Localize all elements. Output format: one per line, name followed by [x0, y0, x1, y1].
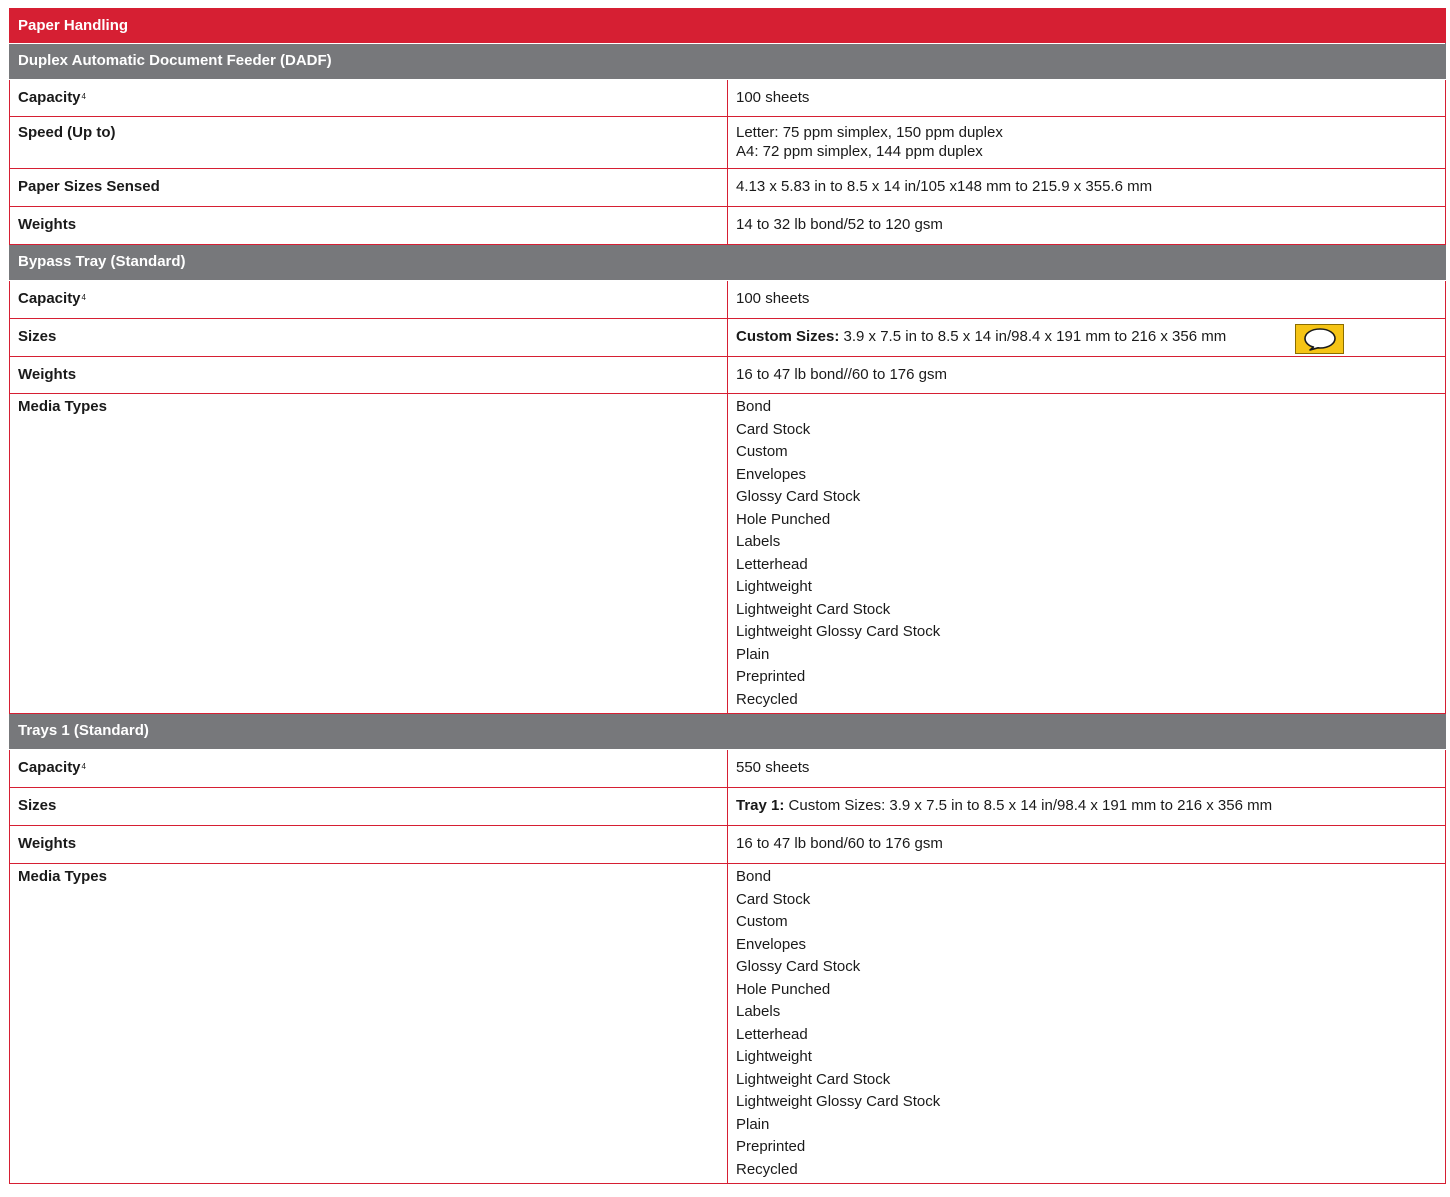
list-item: Letterhead — [736, 555, 808, 573]
list-item: Plain — [736, 645, 770, 663]
list-item: Hole Punched — [736, 980, 831, 998]
table-row: Sizes Tray 1: Custom Sizes: 3.9 x 7.5 in… — [9, 787, 1446, 826]
row-value: 14 to 32 lb bond/52 to 120 gsm — [727, 206, 1446, 245]
table-row: Speed (Up to) Letter: 75 ppm simplex, 15… — [9, 116, 1446, 169]
media-types-list: Bond Card Stock Custom Envelopes Glossy … — [727, 863, 1446, 1184]
value-text: 3.9 x 7.5 in to 8.5 x 14 in/98.4 x 191 m… — [843, 328, 1227, 345]
section-heading: Trays 1 (Standard) — [9, 713, 1446, 750]
list-item: Preprinted — [736, 668, 806, 685]
table-row: Media Types Bond Card Stock Custom Envel… — [9, 393, 1446, 714]
table-row: Media Types Bond Card Stock Custom Envel… — [9, 863, 1446, 1184]
row-label: Capacity4 — [9, 749, 728, 788]
list-item: Preprinted — [736, 1138, 806, 1155]
row-label: Speed (Up to) — [9, 116, 728, 169]
section-heading: Bypass Tray (Standard) — [9, 244, 1446, 281]
row-value: 550 sheets — [727, 749, 1446, 788]
list-item: Lightweight Glossy Card Stock — [736, 623, 941, 640]
row-label-text: Capacity — [18, 290, 81, 307]
row-label: Sizes — [9, 318, 728, 357]
list-item: Custom — [736, 443, 788, 460]
list-item: Glossy Card Stock — [736, 488, 861, 505]
footnote-marker: 4 — [81, 762, 86, 771]
list-item: Lightweight — [736, 1048, 812, 1065]
row-label: Weights — [9, 825, 728, 864]
section-header-bypass-tray: Bypass Tray (Standard) — [9, 244, 1446, 281]
speech-bubble-icon[interactable] — [1295, 324, 1344, 354]
row-value: Letter: 75 ppm simplex, 150 ppm duplex A… — [727, 116, 1446, 169]
row-label-text: Capacity — [18, 89, 81, 106]
page-title: Paper Handling — [9, 8, 1446, 43]
list-item: Plain — [736, 1115, 770, 1133]
table-row: Sizes Custom Sizes: 3.9 x 7.5 in to 8.5 … — [9, 318, 1446, 357]
media-types-list: Bond Card Stock Custom Envelopes Glossy … — [727, 393, 1446, 714]
row-value: 16 to 47 lb bond//60 to 176 gsm — [727, 356, 1446, 394]
row-label-text: Capacity — [18, 759, 81, 776]
row-label: Weights — [9, 206, 728, 245]
row-label: Media Types — [9, 393, 728, 714]
row-value: 16 to 47 lb bond/60 to 176 gsm — [727, 825, 1446, 864]
spec-table: Duplex Automatic Document Feeder (DADF) … — [9, 43, 1446, 1184]
list-item: Bond — [736, 868, 772, 885]
list-item: Recycled — [736, 690, 798, 708]
value-prefix: Tray 1: — [736, 797, 785, 814]
row-value: 100 sheets — [727, 280, 1446, 319]
spec-sheet: Paper Handling Duplex Automatic Document… — [9, 8, 1446, 1184]
table-row: Weights 14 to 32 lb bond/52 to 120 gsm — [9, 206, 1446, 245]
table-row: Capacity4 100 sheets — [9, 280, 1446, 319]
list-item: Letterhead — [736, 1025, 808, 1043]
list-item: Bond — [736, 398, 772, 415]
row-value: 100 sheets — [727, 79, 1446, 117]
list-item: Envelopes — [736, 935, 807, 953]
table-row: Weights 16 to 47 lb bond//60 to 176 gsm — [9, 356, 1446, 394]
list-item: Hole Punched — [736, 510, 831, 528]
footnote-marker: 4 — [81, 293, 86, 302]
table-row: Weights 16 to 47 lb bond/60 to 176 gsm — [9, 825, 1446, 864]
value-text: Custom Sizes: 3.9 x 7.5 in to 8.5 x 14 i… — [788, 797, 1273, 814]
list-item: Lightweight Glossy Card Stock — [736, 1093, 941, 1110]
list-item: Recycled — [736, 1160, 798, 1178]
row-value: Tray 1: Custom Sizes: 3.9 x 7.5 in to 8.… — [727, 787, 1446, 826]
row-value: 4.13 x 5.83 in to 8.5 x 14 in/105 x148 m… — [727, 168, 1446, 207]
list-item: Lightweight Card Stock — [736, 1070, 891, 1088]
row-label: Capacity4 — [9, 79, 728, 117]
row-value: Custom Sizes: 3.9 x 7.5 in to 8.5 x 14 i… — [727, 318, 1446, 357]
list-item: Lightweight — [736, 578, 812, 595]
speech-bubble-icon-graphic — [1303, 328, 1336, 351]
section-header-dadf: Duplex Automatic Document Feeder (DADF) — [9, 43, 1446, 80]
table-row: Capacity4 100 sheets — [9, 79, 1446, 117]
row-label: Sizes — [9, 787, 728, 826]
value-prefix: Custom Sizes: — [736, 328, 840, 345]
list-item: Glossy Card Stock — [736, 958, 861, 975]
list-item: Card Stock — [736, 420, 811, 438]
list-item: Labels — [736, 533, 781, 550]
list-item: Card Stock — [736, 890, 811, 908]
row-label: Media Types — [9, 863, 728, 1184]
list-item: Labels — [736, 1003, 781, 1020]
section-header-trays-1: Trays 1 (Standard) — [9, 713, 1446, 750]
list-item: Custom — [736, 913, 788, 930]
row-label: Capacity4 — [9, 280, 728, 319]
footnote-marker: 4 — [81, 92, 86, 101]
table-row: Paper Sizes Sensed 4.13 x 5.83 in to 8.5… — [9, 168, 1446, 207]
section-heading: Duplex Automatic Document Feeder (DADF) — [9, 43, 1446, 80]
row-label: Weights — [9, 356, 728, 394]
list-item: Envelopes — [736, 465, 807, 483]
value-line: A4: 72 ppm simplex, 144 ppm duplex — [736, 143, 983, 160]
table-row: Capacity4 550 sheets — [9, 749, 1446, 788]
row-label: Paper Sizes Sensed — [9, 168, 728, 207]
value-line: Letter: 75 ppm simplex, 150 ppm duplex — [736, 124, 1003, 141]
list-item: Lightweight Card Stock — [736, 600, 891, 618]
